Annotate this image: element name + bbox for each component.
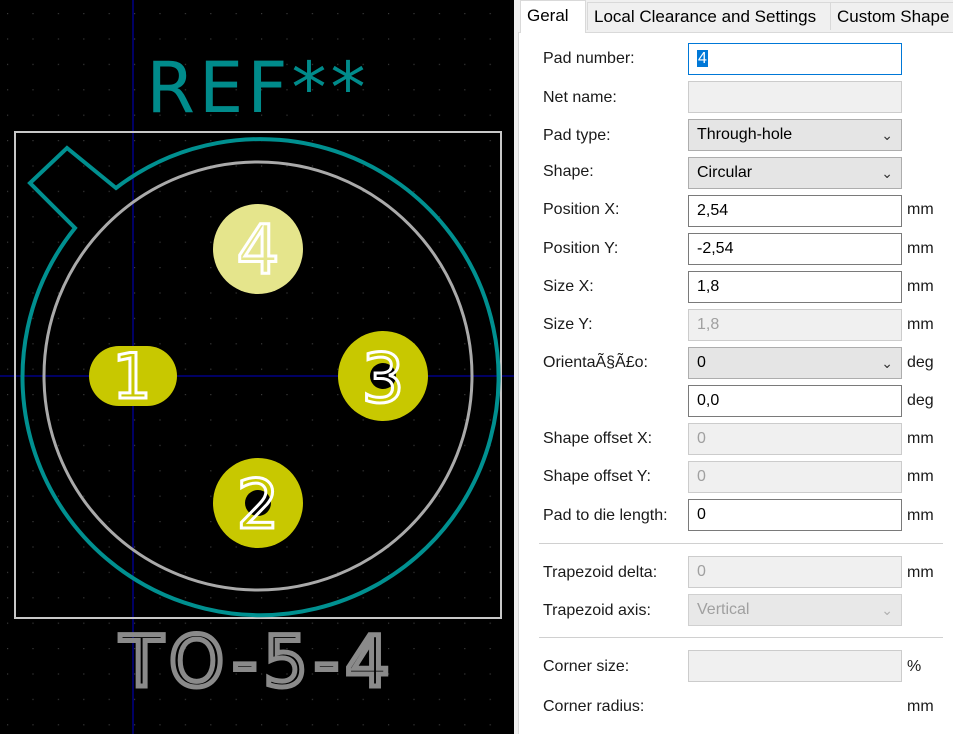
orientation-unit: deg	[907, 354, 934, 371]
net-name-input	[688, 81, 902, 113]
chevron-down-icon: ⌄	[881, 355, 893, 371]
general-tab-panel: Pad number: 4 Net name: Pad type: Throug…	[518, 32, 953, 734]
orientation-custom-input[interactable]: 0,0	[688, 385, 902, 417]
shape-label: Shape:	[543, 163, 594, 180]
position-x-input[interactable]: 2,54	[688, 195, 902, 227]
pad-type-select[interactable]: Through-hole ⌄	[688, 119, 902, 151]
size-y-input: 1,8	[688, 309, 902, 341]
position-x-label: Position X:	[543, 201, 620, 218]
position-y-input[interactable]: -2,54	[688, 233, 902, 265]
position-x-unit: mm	[907, 201, 934, 218]
pad-to-die-label: Pad to die length:	[543, 507, 668, 524]
shape-offset-x-input: 0	[688, 423, 902, 455]
orientation-custom-unit: deg	[907, 392, 934, 409]
trapezoid-delta-unit: mm	[907, 564, 934, 581]
position-y-unit: mm	[907, 240, 934, 257]
size-x-label: Size X:	[543, 278, 594, 295]
position-y-label: Position Y:	[543, 240, 619, 257]
footprint-preview-canvas[interactable]: 4 1 3 2 REF** TO-5-4	[0, 0, 514, 734]
net-name-label: Net name:	[543, 89, 617, 106]
corner-radius-label: Corner radius:	[543, 698, 645, 715]
shape-offset-x-unit: mm	[907, 430, 934, 447]
pad-to-die-unit: mm	[907, 507, 934, 524]
pad-properties-dialog: Geral Local Clearance and Settings Custo…	[514, 0, 953, 734]
size-x-unit: mm	[907, 278, 934, 295]
shape-offset-y-input: 0	[688, 461, 902, 493]
corner-radius-unit: mm	[907, 698, 934, 715]
chevron-down-icon: ⌄	[881, 165, 893, 181]
pad-type-value: Through-hole	[697, 126, 793, 143]
shape-select[interactable]: Circular ⌄	[688, 157, 902, 189]
chevron-down-icon: ⌄	[881, 127, 893, 143]
trapezoid-axis-select: Vertical ⌄	[688, 594, 902, 626]
orientation-label: OrientaÃ§Ã£o:	[543, 354, 648, 371]
section-divider	[539, 637, 943, 638]
pad-2-number: 2	[236, 466, 279, 545]
trapezoid-delta-input: 0	[688, 556, 902, 588]
pad-1-number: 1	[112, 340, 151, 413]
tab-bar: Geral Local Clearance and Settings Custo…	[516, 0, 953, 33]
shape-value: Circular	[697, 164, 753, 181]
tab-general[interactable]: Geral	[520, 0, 586, 33]
pad-number-input[interactable]: 4	[688, 43, 902, 75]
pad-number-label: Pad number:	[543, 50, 635, 67]
size-x-input[interactable]: 1,8	[688, 271, 902, 303]
pad-to-die-input[interactable]: 0	[688, 499, 902, 531]
chevron-down-icon: ⌄	[881, 602, 893, 618]
reference-designator[interactable]: REF**	[146, 47, 369, 129]
size-y-unit: mm	[907, 316, 934, 333]
trapezoid-delta-label: Trapezoid delta:	[543, 564, 658, 581]
pad-3-number: 3	[361, 340, 404, 419]
pad-type-label: Pad type:	[543, 127, 611, 144]
shape-offset-y-unit: mm	[907, 468, 934, 485]
tab-custom-shape[interactable]: Custom Shape	[830, 2, 953, 30]
orientation-value: 0	[697, 354, 706, 371]
size-y-label: Size Y:	[543, 316, 593, 333]
section-divider	[539, 543, 943, 544]
trapezoid-axis-label: Trapezoid axis:	[543, 602, 651, 619]
footprint-preview-svg: 4 1 3 2 REF** TO-5-4	[0, 0, 514, 734]
trapezoid-axis-value: Vertical	[697, 601, 750, 618]
footprint-value[interactable]: TO-5-4	[117, 619, 395, 706]
corner-size-input	[688, 650, 902, 682]
shape-offset-x-label: Shape offset X:	[543, 430, 653, 447]
orientation-select[interactable]: 0 ⌄	[688, 347, 902, 379]
shape-offset-y-label: Shape offset Y:	[543, 468, 651, 485]
pad-number-value: 4	[697, 50, 708, 67]
tab-local-clearance[interactable]: Local Clearance and Settings	[587, 2, 831, 30]
pad-4-number: 4	[236, 211, 279, 290]
corner-size-unit: %	[907, 658, 922, 675]
corner-size-label: Corner size:	[543, 658, 630, 675]
